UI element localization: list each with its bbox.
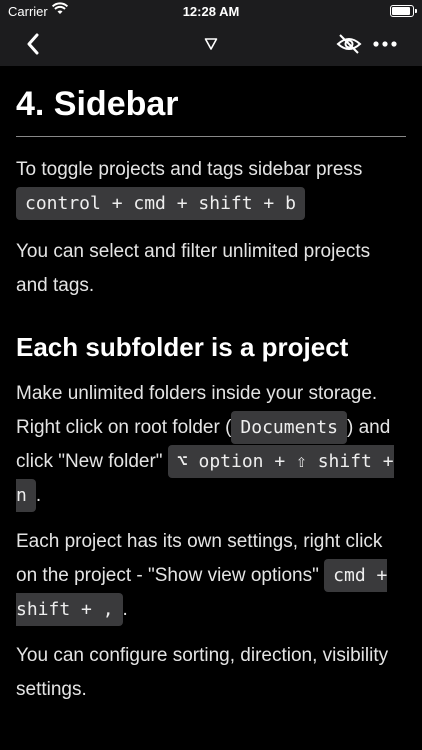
document-content[interactable]: 4. Sidebar To toggle projects and tags s…	[16, 66, 406, 707]
more-button[interactable]	[370, 22, 400, 66]
chevron-left-icon	[27, 33, 39, 55]
eye-slash-icon	[336, 34, 362, 54]
paragraph-text: To toggle projects and tags sidebar pres…	[16, 159, 363, 180]
shortcut-code: control + cmd + shift + b	[16, 187, 305, 220]
paragraph-folders: Make unlimited folders inside your stora…	[16, 377, 406, 513]
triangle-down-icon	[204, 38, 218, 50]
toggle-visibility-button[interactable]	[334, 22, 364, 66]
paragraph-text: .	[35, 485, 42, 506]
paragraph-text: .	[122, 599, 128, 620]
back-button[interactable]	[18, 22, 48, 66]
paragraph-toggle-sidebar: To toggle projects and tags sidebar pres…	[16, 153, 406, 221]
battery-icon	[390, 5, 417, 17]
doc-title: 4. Sidebar	[16, 85, 179, 123]
filter-button[interactable]	[196, 22, 226, 66]
status-bar: Carrier 12:28 AM	[0, 0, 422, 22]
section-heading: Each subfolder is a project	[16, 332, 349, 362]
ellipsis-icon	[373, 41, 397, 47]
status-time: 12:28 AM	[182, 4, 240, 19]
folder-code: Documents	[231, 411, 347, 444]
title-divider	[16, 136, 406, 137]
navigation-bar	[0, 22, 422, 66]
paragraph-select-filter: You can select and filter unlimited proj…	[16, 241, 371, 296]
paragraph-configure: You can configure sorting, direction, vi…	[16, 645, 389, 700]
paragraph-project-settings: Each project has its own settings, right…	[16, 525, 406, 627]
